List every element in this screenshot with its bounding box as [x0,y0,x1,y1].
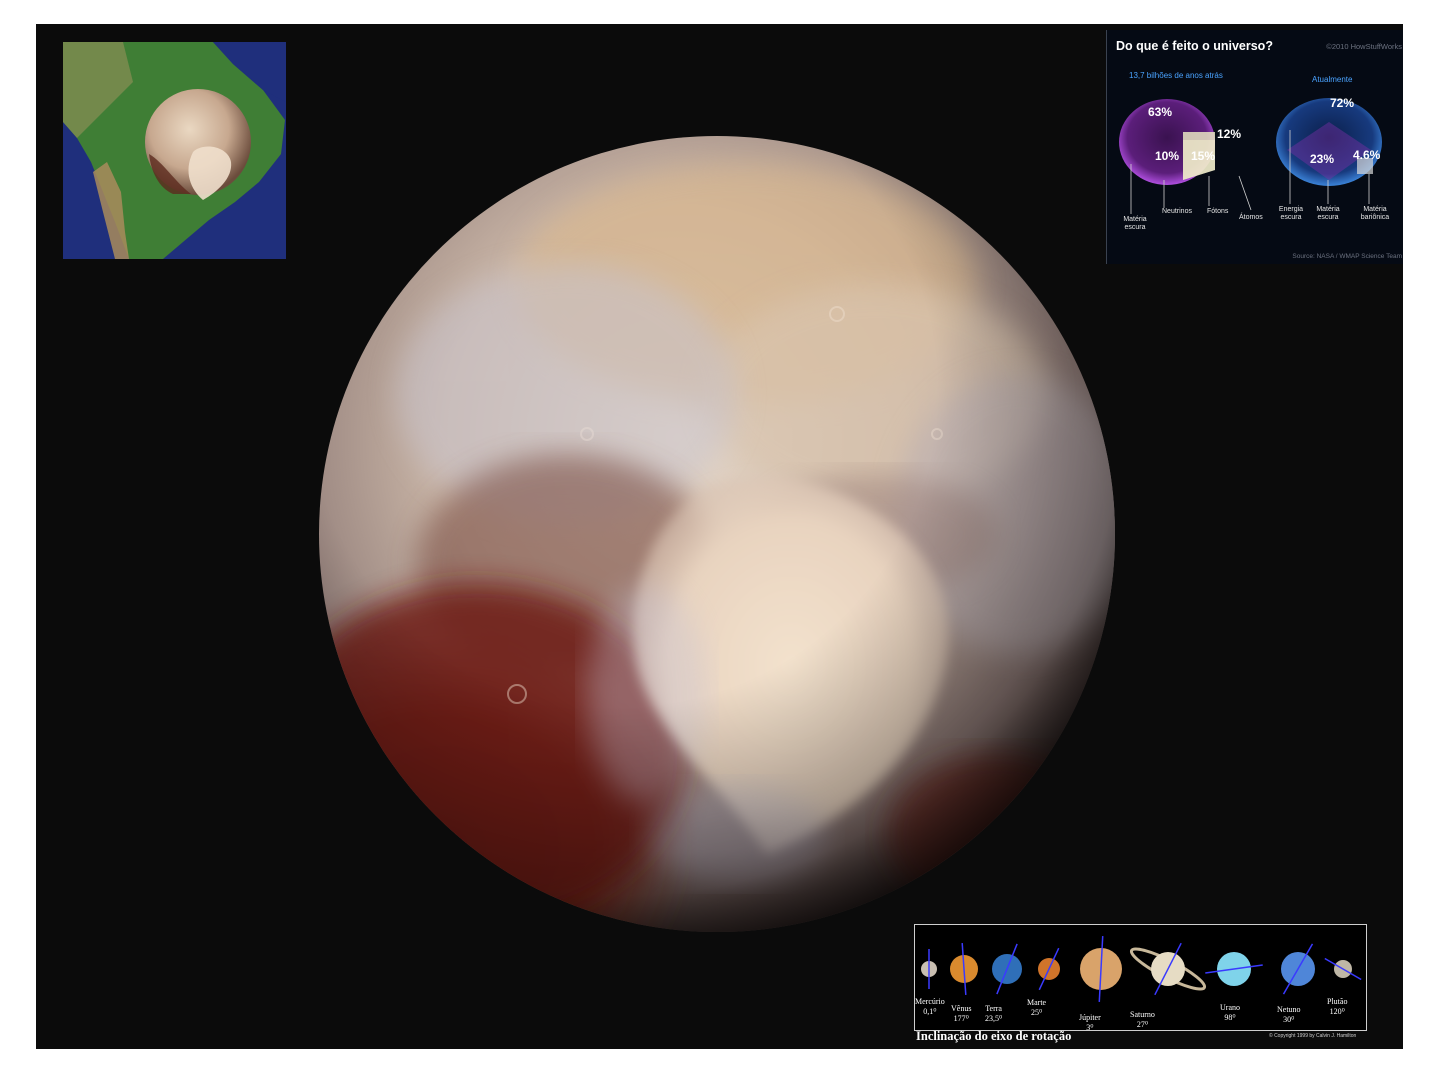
planet-name: Urano [1220,1003,1240,1012]
present-dark-energy-percent: 72% [1330,96,1355,110]
past-dark-matter-percent: 63% [1148,105,1173,119]
planet-label: Plutão 120⁰ [1327,997,1347,1016]
planet-name: Marte [1027,998,1047,1007]
planet-4 [1038,947,1060,991]
planet-5 [1080,936,1122,1002]
pluto-globe-image [319,136,1115,932]
planet-tilt: 25⁰ [1030,1007,1043,1017]
planet-label: Vênus 177⁰ [951,1004,971,1023]
planet-label: Saturno 27⁰ [1130,1010,1155,1029]
planet-name: Vênus [951,1004,972,1013]
label-baryonic-matter: Matéria bariônica [1360,206,1390,222]
planet-2 [950,943,978,995]
pluto-size-comparison-map [63,42,286,259]
planet-name: Saturno [1130,1010,1155,1019]
planet-label: Marte 25⁰ [1027,998,1046,1017]
planet-7 [1205,952,1263,986]
axial-tilt-copyright: © Copyright 1999 by Calvin J. Hamilton [1269,1033,1357,1039]
past-atoms-percent: 15% [1191,149,1216,163]
planet-label: Urano 98⁰ [1220,1003,1240,1022]
infographic-copyright: ©2010 HowStuffWorks [1326,42,1402,51]
planet-8 [1281,943,1315,995]
planet-name: Netuno [1277,1005,1301,1014]
label-dark-matter-now: Matéria escura [1316,206,1340,222]
planet-3 [992,943,1022,995]
past-neutrinos-percent: 10% [1155,149,1180,163]
slide-background: Do que é feito o universo? ©2010 HowStuf… [36,24,1403,1049]
planet-tilt: 27⁰ [1136,1019,1149,1029]
present-dark-matter-percent: 23% [1310,152,1335,166]
axial-tilt-caption: Inclinação do eixo de rotação [916,1029,1072,1043]
planet-label: Terra 23,5⁰ [985,1004,1002,1023]
infographic-title: Do que é feito o universo? [1116,39,1273,53]
planet-name: Júpiter [1079,1013,1101,1022]
axial-tilt-diagram: Mercúrio 0,1⁰ Vênus 177⁰ Terra 23,5⁰ Marte 25⁰ J… [914,924,1367,1031]
label-neutrinos: Neutrinos [1162,208,1192,215]
label-photons: Fótons [1207,208,1229,215]
label-dark-matter: Matéria escura [1123,216,1147,232]
planet-label: Júpiter 3⁰ [1079,1013,1101,1031]
past-photons-percent: 12% [1217,127,1242,141]
planet-name: Terra [985,1004,1002,1013]
present-heading: Atualmente [1312,75,1353,84]
planet-tilt: 98⁰ [1224,1012,1236,1022]
planet-tilt: 30⁰ [1283,1014,1295,1024]
planet-6 [1129,942,1207,996]
past-heading: 13,7 bilhões de anos atrás [1129,71,1223,80]
universe-composition-infographic: Do que é feito o universo? ©2010 HowStuf… [1106,30,1403,264]
label-dark-energy: Energia escura [1278,206,1304,222]
planet-name: Plutão [1327,997,1348,1006]
planet-tilt: 120⁰ [1329,1006,1345,1016]
planet-1 [921,949,937,989]
planet-name: Mercúrio [915,997,945,1006]
planet-label: Netuno 30⁰ [1277,1005,1301,1024]
infographic-source: Source: NASA / WMAP Science Team [1292,252,1402,260]
planet-tilt: 177⁰ [953,1013,969,1023]
planet-tilt: 23,5⁰ [985,1013,1003,1023]
label-atoms: Átomos [1239,214,1263,221]
planet-tilt: 0,1⁰ [923,1006,937,1016]
present-baryonic-percent: 4.6% [1353,148,1381,162]
planet-9 [1324,957,1362,981]
planet-label: Mercúrio 0,1⁰ [915,997,945,1016]
planet-tilt: 3⁰ [1086,1022,1094,1031]
